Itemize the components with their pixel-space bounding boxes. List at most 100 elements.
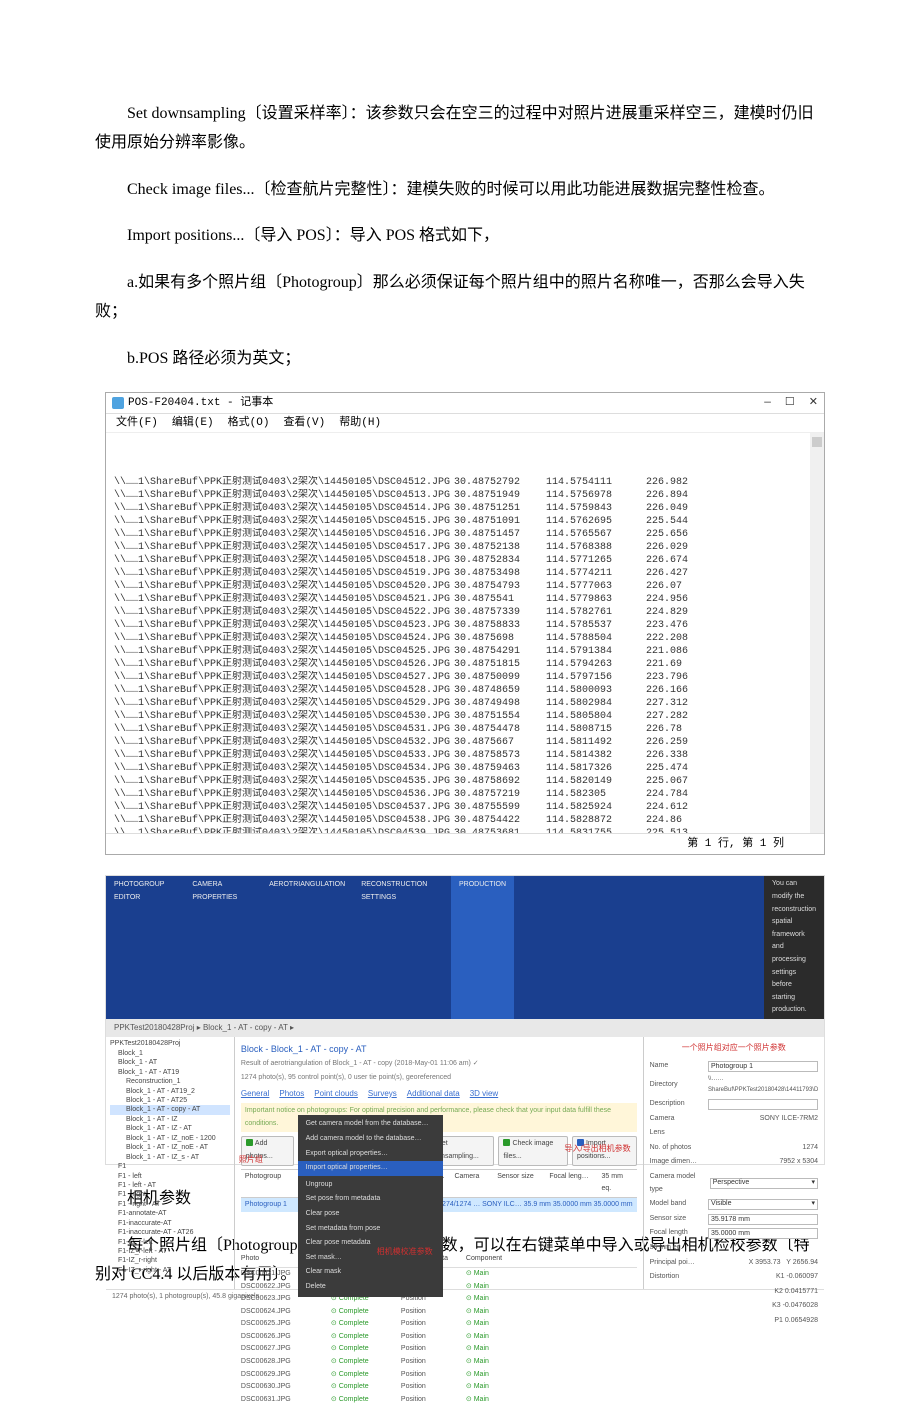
menubar: 文件(F) 编辑(E) 格式(O) 查看(V) 帮助(H): [106, 414, 824, 433]
context-menu-item[interactable]: Delete: [298, 1280, 443, 1295]
context-menu-item[interactable]: Set metadata from pose: [298, 1222, 443, 1237]
text-line: \\……1\ShareBuf\PPK正射测试0403\2架次\14450105\…: [114, 515, 816, 528]
tree-item[interactable]: Block_1: [110, 1049, 230, 1058]
text-area[interactable]: \\……1\ShareBuf\PPK正射测试0403\2架次\14450105\…: [106, 433, 824, 833]
list-item[interactable]: DSC00628.JPG⊙ CompletePosition⊙ Main: [241, 1356, 637, 1369]
tree-item[interactable]: Block_1 - AT - IZ_s - AT: [110, 1153, 230, 1162]
tree-item[interactable]: Block_1 - AT - IZ: [110, 1115, 230, 1124]
tree-item[interactable]: Block_1 - AT: [110, 1058, 230, 1067]
text-line: \\……1\ShareBuf\PPK正射测试0403\2架次\14450105\…: [114, 736, 816, 749]
context-menu-item[interactable]: Add camera model to the database…: [298, 1132, 443, 1147]
text-line: \\……1\ShareBuf\PPK正射测试0403\2架次\14450105\…: [114, 827, 816, 833]
text-line: \\……1\ShareBuf\PPK正射测试0403\2架次\14450105\…: [114, 749, 816, 762]
text-line: \\……1\ShareBuf\PPK正射测试0403\2架次\14450105\…: [114, 554, 816, 567]
tree-item[interactable]: F1 - left: [110, 1172, 230, 1181]
scrollbar[interactable]: [810, 433, 824, 833]
tree-item[interactable]: F1 - right - AT: [110, 1200, 230, 1209]
list-item[interactable]: DSC00624.JPG⊙ CompletePosition⊙ Main: [241, 1306, 637, 1319]
tree-item[interactable]: F1-IZ_r-left - AT: [110, 1247, 230, 1256]
top-tab[interactable]: AEROTRIANGULATION: [261, 876, 353, 1019]
close-button[interactable]: ✕: [809, 396, 818, 410]
project-tree[interactable]: PPKTest20180428ProjBlock_1Block_1 - ATBl…: [106, 1037, 235, 1289]
tree-item[interactable]: F1-IZ_r-right: [110, 1256, 230, 1265]
text-line: \\……1\ShareBuf\PPK正射测试0403\2架次\14450105\…: [114, 502, 816, 515]
list-item[interactable]: DSC00629.JPG⊙ CompletePosition⊙ Main: [241, 1369, 637, 1382]
text-line: \\……1\ShareBuf\PPK正射测试0403\2架次\14450105\…: [114, 645, 816, 658]
block-title: Block - Block_1 - AT - copy - AT: [241, 1041, 637, 1057]
focal-length-field[interactable]: [708, 1228, 818, 1239]
menu-view[interactable]: 查看(V): [283, 416, 325, 430]
block-stats: 1274 photo(s), 95 control point(s), 0 us…: [241, 1072, 637, 1085]
check-files-button[interactable]: Check image files...: [498, 1136, 568, 1165]
tab-3dview[interactable]: 3D view: [470, 1087, 498, 1101]
tree-item[interactable]: Block_1 - AT - IZ_noE - AT: [110, 1143, 230, 1152]
menu-help[interactable]: 帮助(H): [339, 416, 381, 430]
tree-item[interactable]: Block_1 - AT - AT19_2: [110, 1087, 230, 1096]
tree-item[interactable]: F1-IZ_r-left: [110, 1238, 230, 1247]
tree-item[interactable]: Block_1 - AT - AT25: [110, 1096, 230, 1105]
chevron-down-icon: ▾: [811, 1198, 815, 1211]
photo-count: 1274: [802, 1142, 818, 1155]
top-tab[interactable]: RECONSTRUCTION SETTINGS: [353, 876, 451, 1019]
tree-item[interactable]: Block_1 - AT - copy - AT: [110, 1105, 230, 1114]
list-item[interactable]: DSC00626.JPG⊙ CompletePosition⊙ Main: [241, 1331, 637, 1344]
menu-file[interactable]: 文件(F): [116, 416, 158, 430]
context-menu-item[interactable]: Import optical properties…: [298, 1161, 443, 1176]
context-menu-item[interactable]: Clear pose: [298, 1207, 443, 1222]
plus-icon: [246, 1139, 253, 1146]
maximize-button[interactable]: ☐: [785, 396, 795, 410]
tree-item[interactable]: F1: [110, 1162, 230, 1171]
context-menu-item[interactable]: Export optical properties…: [298, 1147, 443, 1162]
text-line: \\……1\ShareBuf\PPK正射测试0403\2架次\14450105\…: [114, 476, 816, 489]
top-tab[interactable]: PHOTOGROUP EDITOR: [106, 876, 184, 1019]
chevron-down-icon: ▾: [811, 1177, 815, 1190]
text-line: \\……1\ShareBuf\PPK正射测试0403\2架次\14450105\…: [114, 619, 816, 632]
top-tab-active[interactable]: PRODUCTION: [451, 876, 514, 1019]
context-menu-item[interactable]: Get camera model from the database…: [298, 1117, 443, 1132]
paragraph: b.POS 路径必须为英文；: [95, 345, 825, 374]
text-line: \\……1\ShareBuf\PPK正射测试0403\2架次\14450105\…: [114, 801, 816, 814]
tab-additional[interactable]: Additional data: [407, 1087, 460, 1101]
list-item[interactable]: DSC00630.JPG⊙ CompletePosition⊙ Main: [241, 1381, 637, 1394]
text-line: \\……1\ShareBuf\PPK正射测试0403\2架次\14450105\…: [114, 775, 816, 788]
list-item[interactable]: DSC00627.JPG⊙ CompletePosition⊙ Main: [241, 1343, 637, 1356]
top-message: You can modify the reconstruction spatia…: [764, 876, 824, 1019]
description-field[interactable]: [708, 1099, 818, 1110]
tree-item[interactable]: F1 - right: [110, 1190, 230, 1199]
context-menu-item[interactable]: Clear mask: [298, 1265, 443, 1280]
menu-edit[interactable]: 编辑(E): [172, 416, 214, 430]
list-item[interactable]: DSC00631.JPG⊙ CompletePosition⊙ Main: [241, 1394, 637, 1406]
camera-type-select[interactable]: Perspective▾: [710, 1178, 818, 1189]
menu-format[interactable]: 格式(O): [228, 416, 270, 430]
tree-item[interactable]: F1-annotate-AT: [110, 1209, 230, 1218]
list-item[interactable]: DSC00625.JPG⊙ CompletePosition⊙ Main: [241, 1318, 637, 1331]
tree-item[interactable]: F1-IZ_r-right - AT: [110, 1266, 230, 1275]
text-line: \\……1\ShareBuf\PPK正射测试0403\2架次\14450105\…: [114, 762, 816, 775]
text-line: \\……1\ShareBuf\PPK正射测试0403\2架次\14450105\…: [114, 606, 816, 619]
tree-item[interactable]: F1 - left - AT: [110, 1181, 230, 1190]
tab-surveys[interactable]: Surveys: [368, 1087, 397, 1101]
tab-general[interactable]: General: [241, 1087, 269, 1101]
minimize-button[interactable]: —: [764, 396, 771, 410]
name-field[interactable]: [708, 1061, 818, 1072]
tree-item[interactable]: F1-inaccurate-AT: [110, 1219, 230, 1228]
band-select[interactable]: Visible▾: [708, 1199, 818, 1210]
window-title: POS-F20404.txt - 记事本: [128, 396, 273, 410]
text-line: \\……1\ShareBuf\PPK正射测试0403\2架次\14450105\…: [114, 684, 816, 697]
tree-item[interactable]: Block_1 - AT - IZ - AT: [110, 1124, 230, 1133]
tree-item[interactable]: F1-inaccurate-AT - AT26: [110, 1228, 230, 1237]
tree-item[interactable]: PPKTest20180428Proj: [110, 1039, 230, 1048]
context-menu[interactable]: Get camera model from the database…Add c…: [298, 1115, 443, 1296]
tree-item[interactable]: Reconstruction_1: [110, 1077, 230, 1086]
top-tab[interactable]: CAMERA PROPERTIES: [184, 876, 261, 1019]
center-panel: Block - Block_1 - AT - copy - AT Result …: [235, 1037, 643, 1289]
text-line: \\……1\ShareBuf\PPK正射测试0403\2架次\14450105\…: [114, 580, 816, 593]
paragraph: Set downsampling〔设置采样率〕：该参数只会在空三的过程中对照片进…: [95, 100, 825, 158]
tab-pointclouds[interactable]: Point clouds: [314, 1087, 358, 1101]
sensor-size-field[interactable]: [708, 1214, 818, 1225]
context-menu-item[interactable]: Set pose from metadata: [298, 1192, 443, 1207]
context-menu-item[interactable]: Ungroup: [298, 1178, 443, 1193]
tree-item[interactable]: Block_1 - AT - AT19: [110, 1068, 230, 1077]
tab-photos[interactable]: Photos: [279, 1087, 304, 1101]
tree-item[interactable]: Block_1 - AT - IZ_noE - 1200: [110, 1134, 230, 1143]
